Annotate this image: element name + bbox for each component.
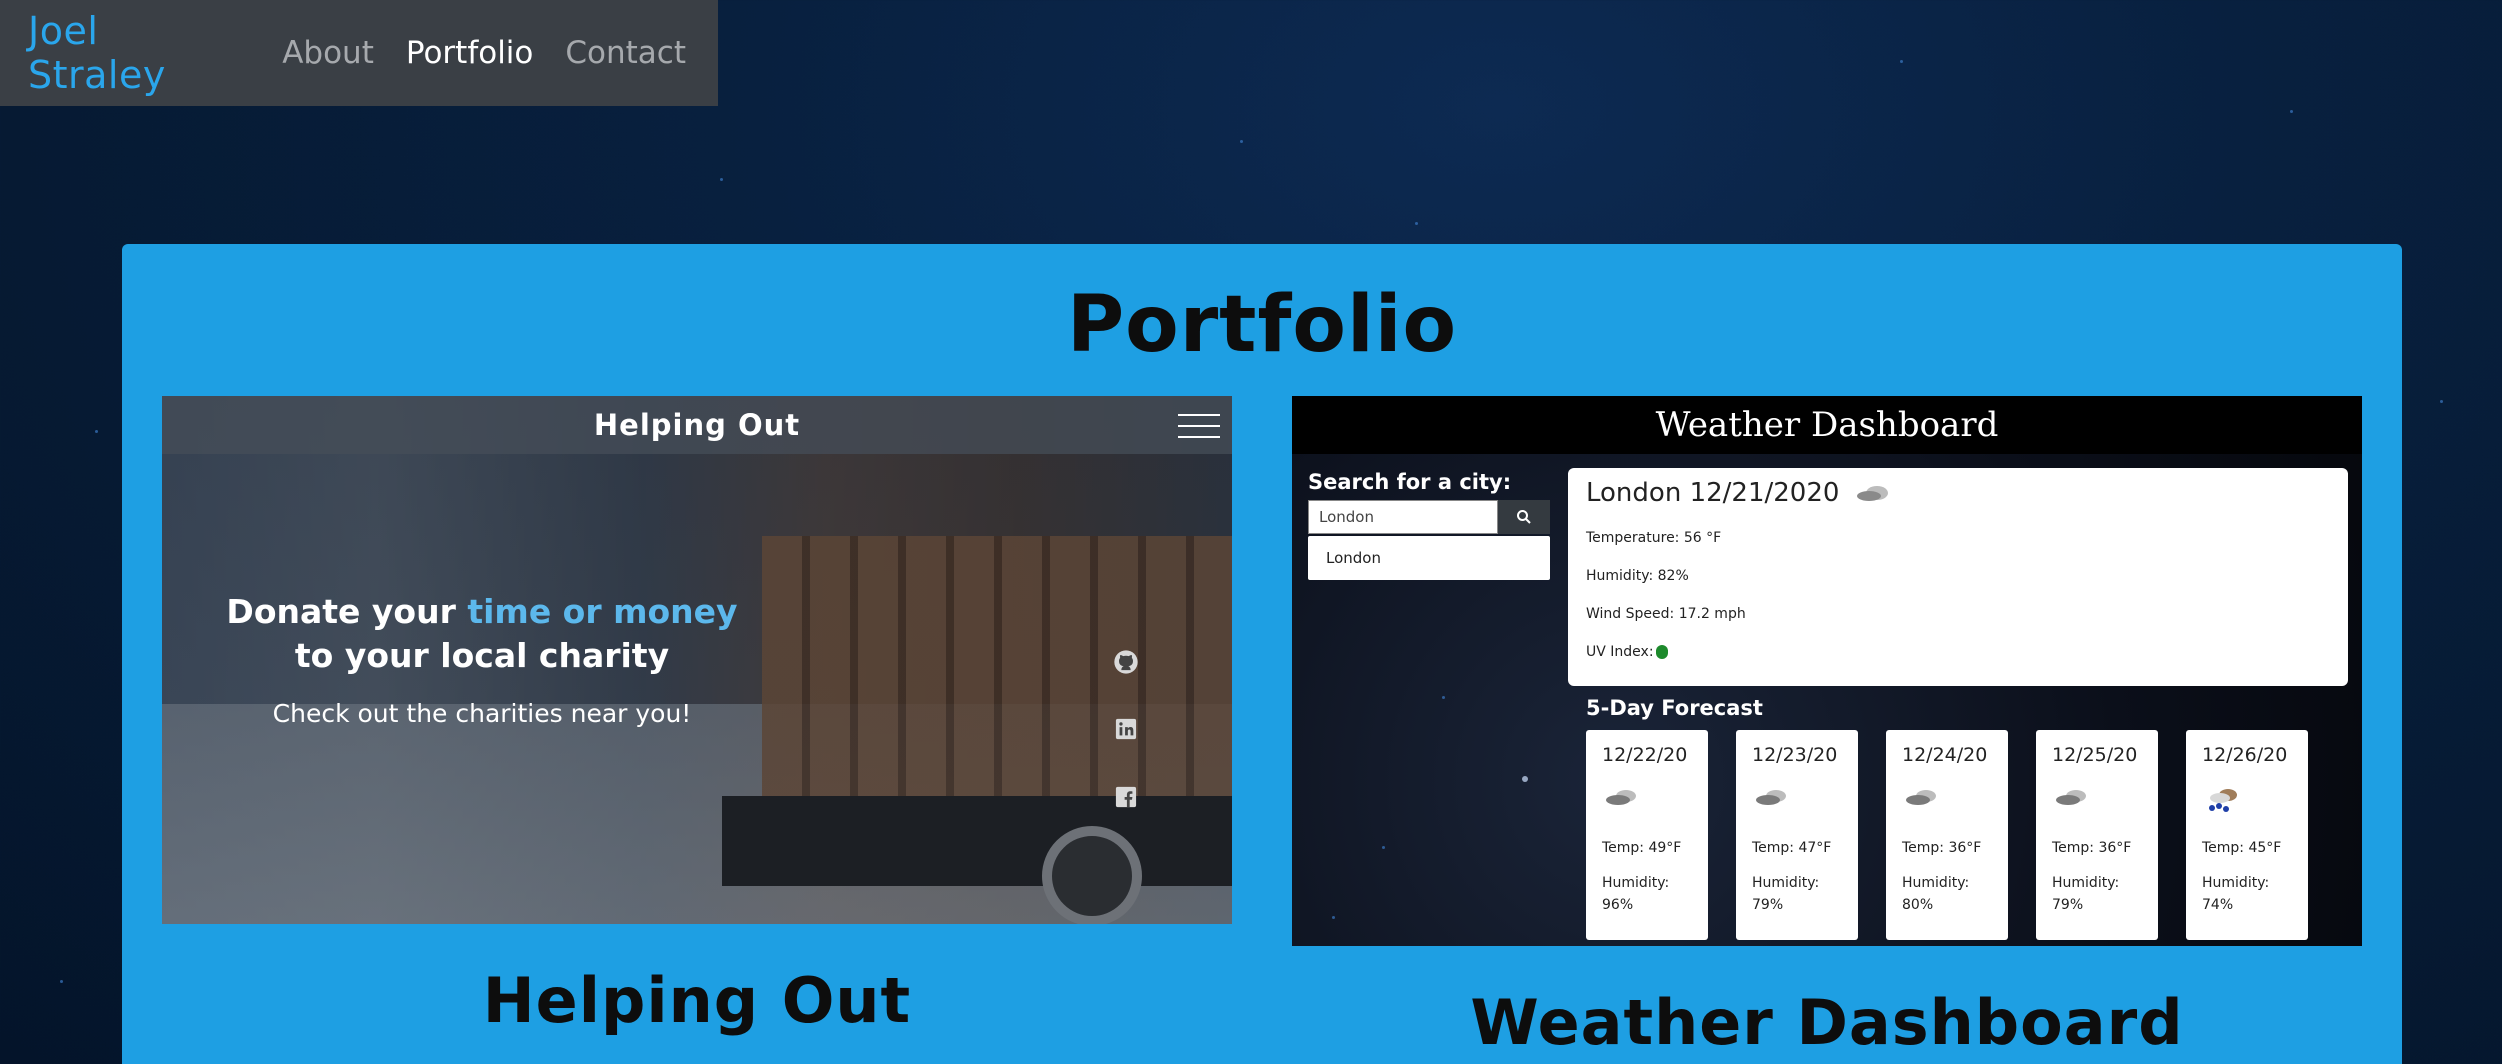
- nav-link-contact[interactable]: Contact: [565, 35, 686, 71]
- current-city-heading: London 12/21/2020: [1586, 478, 2330, 508]
- forecast-card: 12/22/20 Temp: 49°F Humidity: 96%: [1586, 730, 1708, 940]
- portfolio-panel: Portfolio Helping Out Donate your time o…: [122, 244, 2402, 1064]
- hero-headline-line2: to your local charity: [294, 636, 670, 675]
- project-title-helping-out[interactable]: Helping Out: [162, 964, 1232, 1037]
- hamburger-menu-icon: [1178, 414, 1220, 438]
- city-search-input: London: [1308, 500, 1498, 534]
- current-weather-card: London 12/21/2020 Temperature: 56 °F Hum…: [1568, 468, 2348, 686]
- hero-accent-text: time or money: [467, 592, 738, 631]
- github-icon: [1114, 650, 1138, 674]
- uv-index-badge: [1655, 645, 1668, 659]
- forecast-card: 12/24/20 Temp: 36°F Humidity: 80%: [1886, 730, 2008, 940]
- linkedin-icon: [1115, 718, 1137, 740]
- current-humidity: Humidity: 82%: [1586, 568, 1689, 584]
- current-temperature: Temperature: 56 °F: [1586, 530, 1722, 546]
- nav-link-about[interactable]: About: [282, 35, 374, 71]
- facebook-icon: [1115, 786, 1137, 808]
- current-uv-index: UV Index:: [1586, 644, 2330, 660]
- forecast-card: 12/23/20 Temp: 47°F Humidity: 79%: [1736, 730, 1858, 940]
- forecast-card: 12/25/20 Temp: 36°F Humidity: 79%: [2036, 730, 2158, 940]
- cloud-icon: [1857, 486, 1889, 501]
- search-history-item: London: [1308, 536, 1550, 580]
- top-nav: Joel Straley About Portfolio Contact: [0, 0, 718, 106]
- cloud-icon: [1606, 790, 1636, 805]
- hero-subtitle: Check out the charities near you!: [272, 699, 692, 728]
- search-label: Search for a city:: [1308, 470, 1512, 494]
- screenshot-title: Helping Out: [593, 408, 801, 442]
- cloud-icon: [1756, 790, 1786, 805]
- portfolio-title: Portfolio: [1066, 280, 1458, 370]
- forecast-card: 12/26/20 Temp: 45°F Humidity: 74%: [2186, 730, 2308, 940]
- brand-link[interactable]: Joel Straley: [28, 9, 234, 97]
- forecast-title: 5-Day Forecast: [1586, 696, 1763, 720]
- project-screenshot-helping-out[interactable]: Helping Out Donate your time or money to…: [162, 396, 1232, 924]
- project-title-weather-dashboard[interactable]: Weather Dashboard: [1292, 986, 2362, 1059]
- cloud-icon: [1906, 790, 1936, 805]
- current-wind-speed: Wind Speed: 17.2 mph: [1586, 606, 1746, 622]
- cloud-icon: [2056, 790, 2086, 805]
- search-icon: [1517, 510, 1531, 524]
- search-button: [1498, 500, 1550, 534]
- nav-link-portfolio[interactable]: Portfolio: [406, 35, 534, 71]
- project-screenshot-weather-dashboard[interactable]: Weather Dashboard Search for a city: Lon…: [1292, 396, 2362, 946]
- weather-header: Weather Dashboard: [1292, 396, 2362, 454]
- hero-headline-line1: Donate your time or money: [226, 592, 738, 631]
- rain-cloud-icon: [2209, 789, 2237, 812]
- screenshot-navbar: Helping Out: [162, 396, 1232, 454]
